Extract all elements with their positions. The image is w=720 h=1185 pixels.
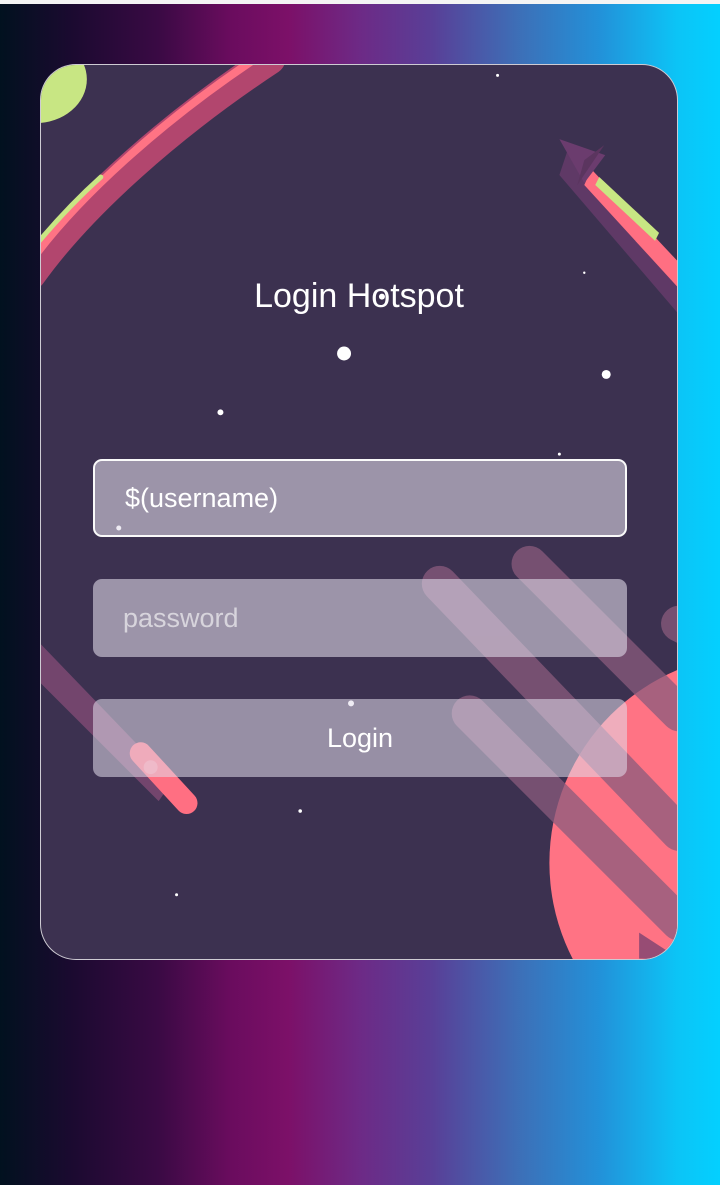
top-status-line xyxy=(0,0,720,4)
login-button[interactable]: Login xyxy=(93,699,627,777)
username-input[interactable] xyxy=(93,459,627,537)
page-title: Login Hotspot xyxy=(254,277,464,315)
password-input[interactable] xyxy=(93,579,627,657)
green-planet-icon xyxy=(41,65,87,123)
login-card: Login Hotspot Login xyxy=(40,64,678,960)
